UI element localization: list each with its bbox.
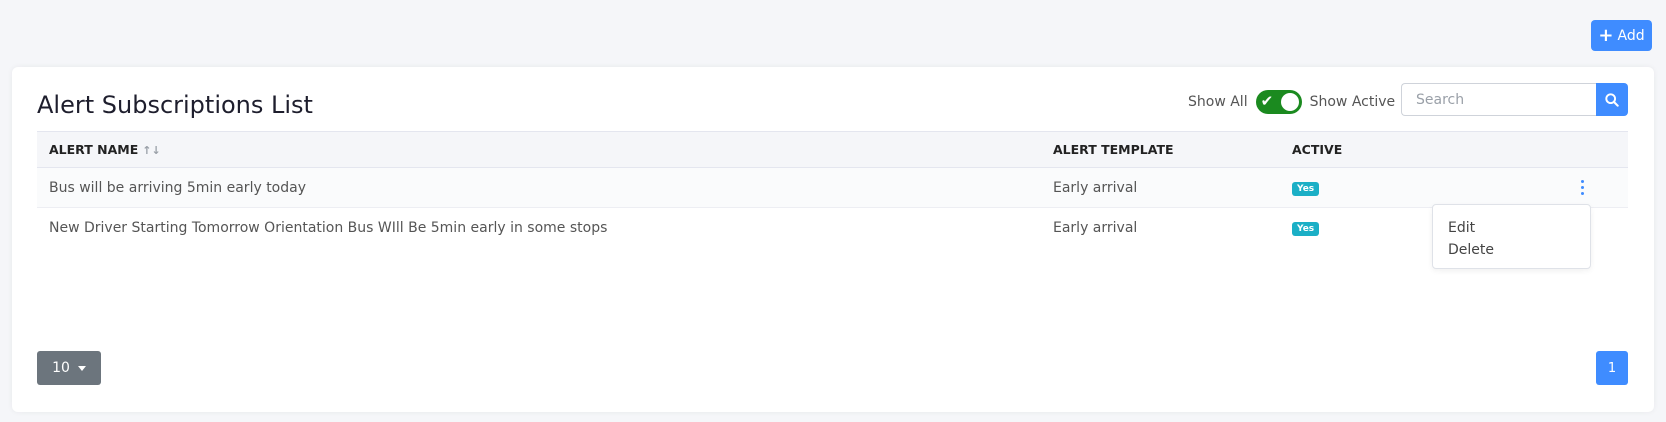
search-button[interactable] [1596,83,1628,116]
page-size-value: 10 [52,360,70,376]
menu-item-edit[interactable]: Edit [1448,217,1575,239]
active-cell: Yes [1280,167,1474,208]
sort-arrows-icon[interactable]: ↑↓ [142,144,160,157]
row-actions-menu: Edit Delete [1432,204,1591,269]
add-button[interactable]: + Add [1591,20,1652,51]
actions-cell [1474,167,1628,208]
menu-item-delete[interactable]: Delete [1448,239,1575,261]
plus-icon: + [1598,24,1614,46]
show-active-toggle[interactable]: ✔ [1255,89,1302,114]
pagination-page-button[interactable]: 1 [1596,351,1628,385]
search-icon [1605,92,1619,107]
table-row[interactable]: Bus will be arriving 5min early today Ea… [37,167,1628,208]
page-title: Alert Subscriptions List [37,91,313,119]
column-header-alert-name[interactable]: ALERT NAME ↑↓ [37,131,1041,168]
add-button-label: Add [1617,27,1645,44]
kebab-icon[interactable] [1577,180,1587,195]
page-size-dropdown[interactable]: 10 [37,351,101,385]
check-icon: ✔ [1260,91,1274,110]
status-badge: Yes [1292,182,1320,196]
show-all-label: Show All [1188,93,1248,110]
show-toggle-group: Show All ✔ Show Active [1188,88,1395,115]
show-active-label: Show Active [1309,93,1396,110]
alert-name-cell: New Driver Starting Tomorrow Orientation… [49,219,608,236]
alert-subscriptions-card: Alert Subscriptions List Show All ✔ Show… [12,67,1654,412]
status-badge: Yes [1292,222,1320,237]
table-row[interactable]: New Driver Starting Tomorrow Orientation… [37,208,1628,248]
alert-template-cell: Early arrival [1053,219,1138,236]
column-header-active: ACTIVE [1280,131,1474,168]
alert-name-cell: Bus will be arriving 5min early today [37,167,1041,208]
search-input[interactable] [1401,83,1596,116]
toggle-knob [1280,92,1299,111]
alert-template-cell: Early arrival [1041,167,1280,208]
column-header-alert-template: ALERT TEMPLATE [1041,131,1280,168]
alerts-table: ALERT NAME ↑↓ ALERT TEMPLATE ACTIVE Bus w… [37,131,1628,248]
table-header-row: ALERT NAME ↑↓ ALERT TEMPLATE ACTIVE [37,131,1628,168]
column-header-actions [1474,131,1628,168]
caret-down-icon [77,365,86,371]
